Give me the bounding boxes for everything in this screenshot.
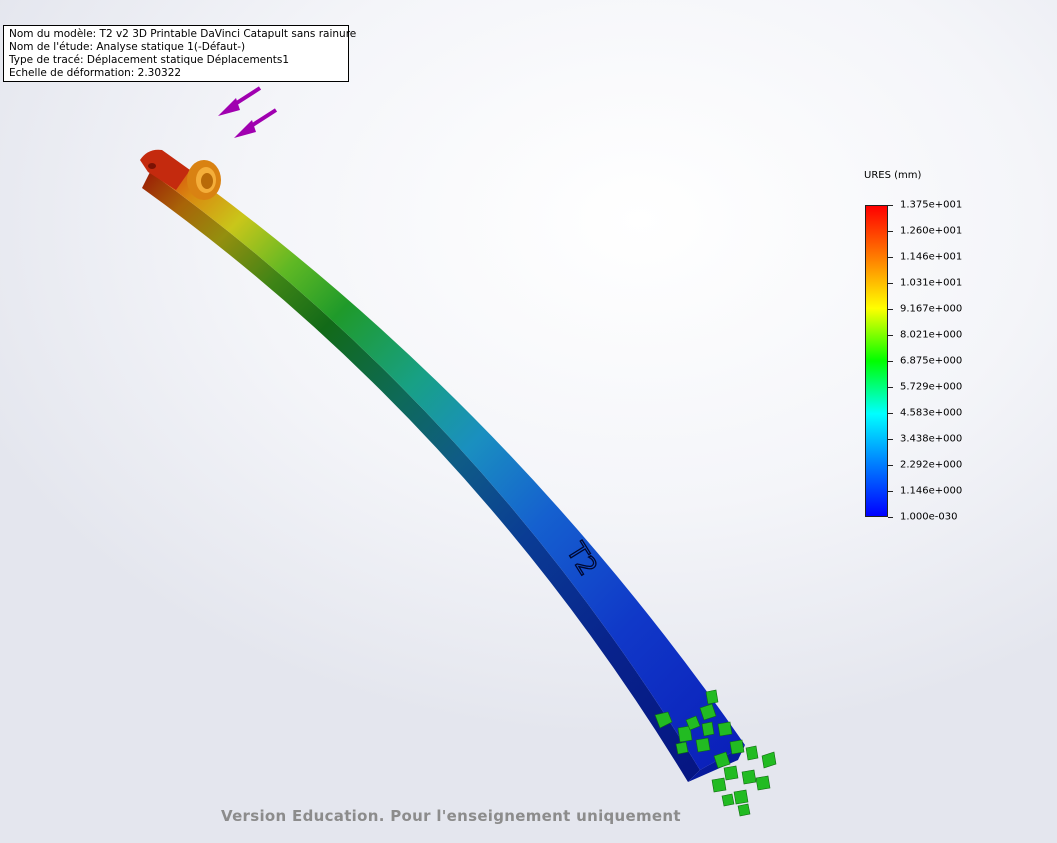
study-info-box: Nom du modèle: T2 v2 3D Printable DaVinc…: [3, 25, 357, 82]
legend-tick: [888, 412, 893, 414]
legend-tick: [888, 334, 893, 336]
legend-value-label: 1.031e+001: [900, 277, 963, 289]
load-arrow-icon: [218, 86, 262, 116]
legend-tick: [888, 308, 893, 310]
legend-tick: [888, 438, 893, 440]
legend-tick: [888, 516, 893, 518]
legend-tick: [888, 464, 893, 466]
plot-type-label: Type de tracé: Déplacement statique Dépl…: [9, 54, 290, 66]
legend-tick: [888, 256, 893, 258]
legend-title: URES (mm): [864, 170, 922, 181]
legend-value-label: 1.146e+000: [900, 485, 963, 497]
deformation-scale-label: Echelle de déformation: 2.30322: [9, 67, 182, 79]
education-watermark: Version Education. Pour l'enseignement u…: [221, 807, 681, 825]
legend-tick: [888, 230, 893, 232]
tip-hole: [148, 163, 156, 169]
results-legend[interactable]: URES (mm) 1.375e+001 1.260e+001 1.146e+001…: [862, 168, 1012, 528]
model-name-label: Nom du modèle: T2 v2 3D Printable DaVinc…: [9, 28, 357, 40]
legend-value-label: 8.021e+000: [900, 329, 963, 341]
legend-value-label: 1.146e+001: [900, 251, 963, 263]
legend-color-bar: [865, 205, 888, 517]
legend-value-label: 9.167e+000: [900, 303, 963, 315]
legend-value-label: 1.375e+001: [900, 199, 963, 211]
legend-tick: [888, 490, 893, 492]
legend-value-label: 1.260e+001: [900, 225, 963, 237]
load-arrow-icon: [234, 108, 278, 138]
legend-tick: [888, 282, 893, 284]
legend-tick: [888, 204, 893, 206]
legend-value-label: 4.583e+000: [900, 407, 963, 419]
cup-hole: [201, 173, 213, 189]
legend-value-label: 2.292e+000: [900, 459, 963, 471]
legend-value-label: 3.438e+000: [900, 433, 963, 445]
legend-tick: [888, 360, 893, 362]
legend-value-label: 6.875e+000: [900, 355, 963, 367]
legend-value-label: 5.729e+000: [900, 381, 963, 393]
graphics-viewport[interactable]: T2 Nom du modèle: T2 v2 3D Printable DaV…: [0, 0, 1057, 843]
load-arrows[interactable]: [218, 86, 278, 138]
study-name-label: Nom de l'étude: Analyse statique 1(-Défa…: [9, 41, 246, 53]
legend-value-label: 1.000e-030: [900, 511, 958, 523]
arm-side-face: [142, 172, 700, 782]
legend-tick: [888, 386, 893, 388]
